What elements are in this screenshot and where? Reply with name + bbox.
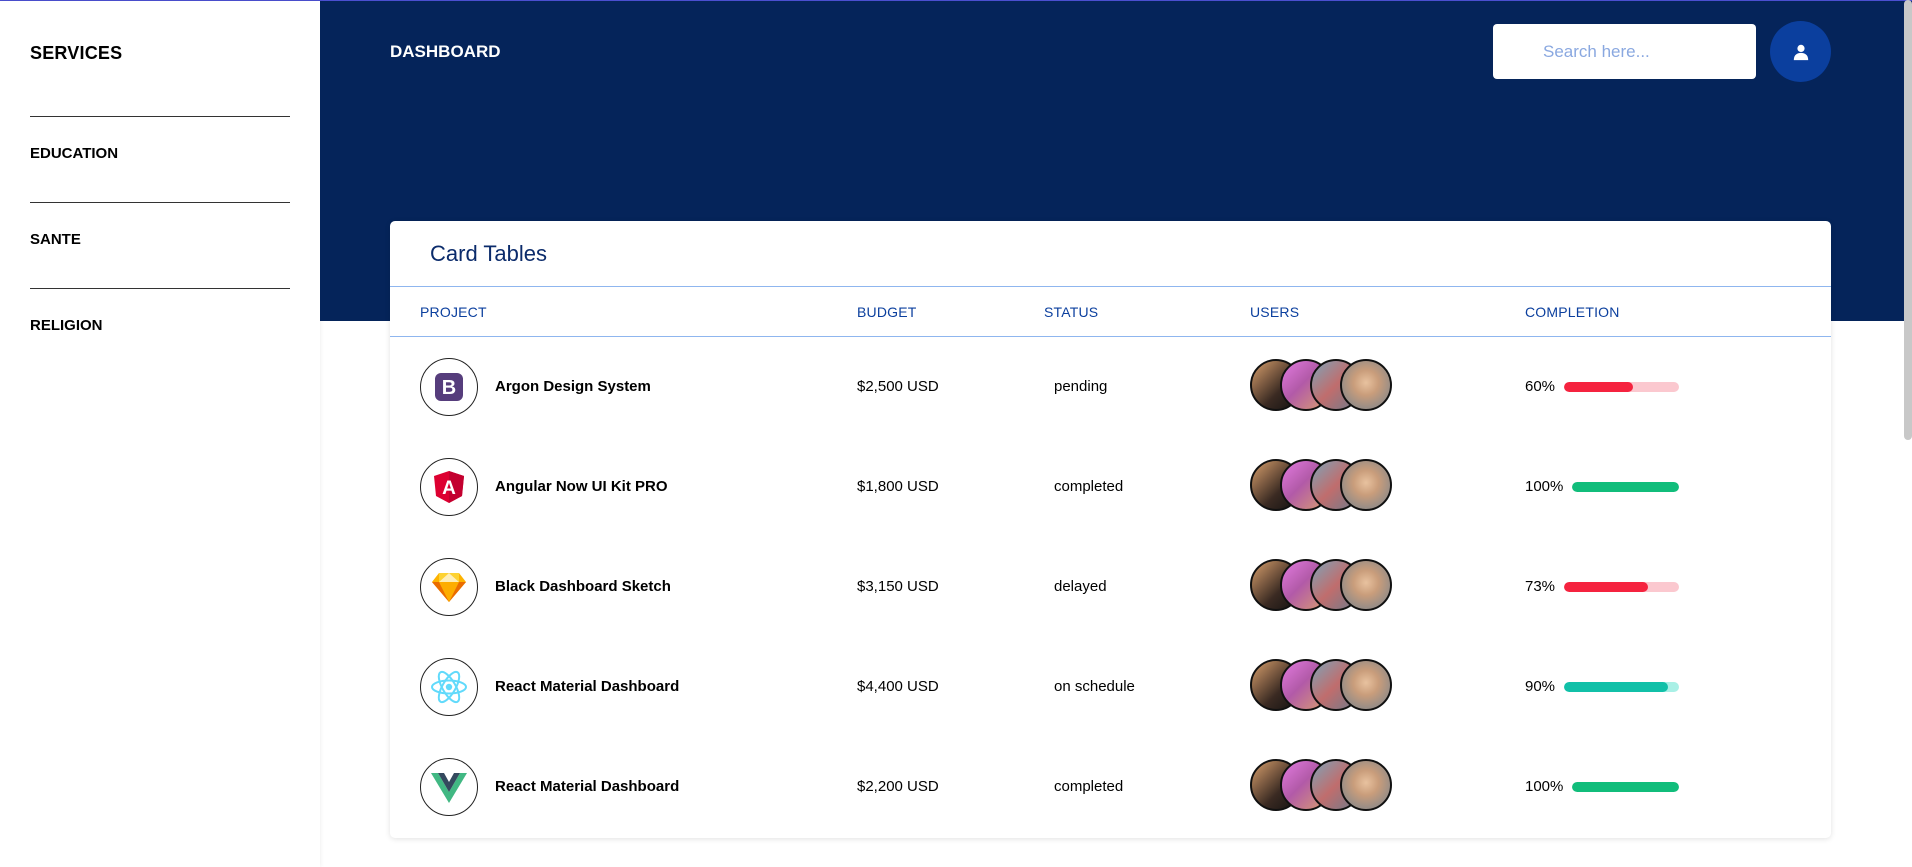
user-avatars bbox=[1250, 559, 1400, 611]
table-header-border bbox=[390, 286, 1831, 287]
search-box bbox=[1493, 24, 1756, 79]
project-name[interactable]: Argon Design System bbox=[495, 378, 651, 395]
status-text: completed bbox=[1054, 778, 1124, 795]
user-avatars bbox=[1250, 659, 1400, 711]
status-text: delayed bbox=[1054, 578, 1107, 595]
status-text: pending bbox=[1054, 378, 1108, 395]
svg-text:B: B bbox=[442, 377, 456, 399]
react-logo-icon bbox=[420, 658, 478, 716]
project-name[interactable]: React Material Dashboard bbox=[495, 778, 679, 795]
completion-percent: 90% bbox=[1525, 678, 1556, 695]
status-text: completed bbox=[1054, 478, 1124, 495]
user-icon bbox=[1793, 44, 1808, 60]
user-avatars bbox=[1250, 359, 1400, 411]
page-title[interactable]: DASHBOARD bbox=[390, 42, 501, 62]
completion-progress-fill bbox=[1572, 482, 1679, 492]
sidebar-divider bbox=[30, 202, 290, 203]
status-text: on schedule bbox=[1054, 678, 1135, 695]
completion-percent: 60% bbox=[1525, 378, 1556, 395]
column-header-users: USERS bbox=[1250, 304, 1300, 320]
table-row[interactable]: React Material Dashboard $2,200 USD comp… bbox=[390, 738, 1831, 838]
avatar[interactable] bbox=[1340, 459, 1392, 511]
sidebar: SERVICES EDUCATION SANTE RELIGION bbox=[0, 1, 320, 867]
sidebar-divider bbox=[30, 116, 290, 117]
column-header-project: PROJECT bbox=[420, 304, 487, 320]
table-header-border bbox=[390, 336, 1831, 337]
avatar[interactable] bbox=[1340, 659, 1392, 711]
budget-value: $3,150 USD bbox=[857, 578, 939, 595]
avatar[interactable] bbox=[1340, 559, 1392, 611]
completion-progress-fill bbox=[1564, 582, 1648, 592]
completion-progress-bar bbox=[1564, 582, 1679, 592]
budget-value: $2,200 USD bbox=[857, 778, 939, 795]
completion-progress-bar bbox=[1564, 382, 1679, 392]
completion-progress-bar bbox=[1564, 682, 1679, 692]
completion-percent: 100% bbox=[1525, 778, 1564, 795]
user-avatars bbox=[1250, 759, 1400, 811]
card-tables: Card Tables PROJECT BUDGET STATUS USERS … bbox=[390, 221, 1831, 838]
project-name[interactable]: React Material Dashboard bbox=[495, 678, 679, 695]
avatar[interactable] bbox=[1340, 359, 1392, 411]
project-name[interactable]: Black Dashboard Sketch bbox=[495, 578, 671, 595]
completion-percent: 73% bbox=[1525, 578, 1556, 595]
svg-text:A: A bbox=[442, 478, 456, 499]
table-row[interactable]: Black Dashboard Sketch $3,150 USD delaye… bbox=[390, 538, 1831, 638]
sidebar-brand: SERVICES bbox=[30, 43, 123, 63]
user-avatars bbox=[1250, 459, 1400, 511]
card-title: Card Tables bbox=[430, 241, 547, 266]
user-menu-button[interactable] bbox=[1770, 21, 1831, 82]
budget-value: $1,800 USD bbox=[857, 478, 939, 495]
budget-value: $4,400 USD bbox=[857, 678, 939, 695]
completion-progress-fill bbox=[1572, 782, 1679, 792]
completion-progress-fill bbox=[1564, 682, 1668, 692]
bootstrap-logo-icon: B bbox=[420, 358, 478, 416]
completion-percent: 100% bbox=[1525, 478, 1564, 495]
table-row[interactable]: React Material Dashboard $4,400 USD on s… bbox=[390, 638, 1831, 738]
sidebar-item-religion[interactable]: RELIGION bbox=[30, 317, 103, 334]
sidebar-item-sante[interactable]: SANTE bbox=[30, 231, 81, 248]
page-scrollbar[interactable] bbox=[1904, 0, 1912, 440]
vue-logo-icon bbox=[420, 758, 478, 816]
avatar[interactable] bbox=[1340, 759, 1392, 811]
table-row[interactable]: A Angular Now UI Kit PRO $1,800 USD comp… bbox=[390, 438, 1831, 538]
column-header-status: STATUS bbox=[1044, 304, 1099, 320]
column-header-completion: COMPLETION bbox=[1525, 304, 1620, 320]
project-name[interactable]: Angular Now UI Kit PRO bbox=[495, 478, 668, 495]
completion-progress-fill bbox=[1564, 382, 1633, 392]
budget-value: $2,500 USD bbox=[857, 378, 939, 395]
completion-progress-bar bbox=[1572, 782, 1679, 792]
sidebar-divider bbox=[30, 288, 290, 289]
search-input[interactable] bbox=[1493, 24, 1756, 79]
angular-logo-icon: A bbox=[420, 458, 478, 516]
column-header-budget: BUDGET bbox=[857, 304, 917, 320]
sketch-logo-icon bbox=[420, 558, 478, 616]
completion-progress-bar bbox=[1572, 482, 1679, 492]
table-row[interactable]: B Argon Design System $2,500 USD pending… bbox=[390, 338, 1831, 438]
sidebar-item-education[interactable]: EDUCATION bbox=[30, 145, 118, 162]
